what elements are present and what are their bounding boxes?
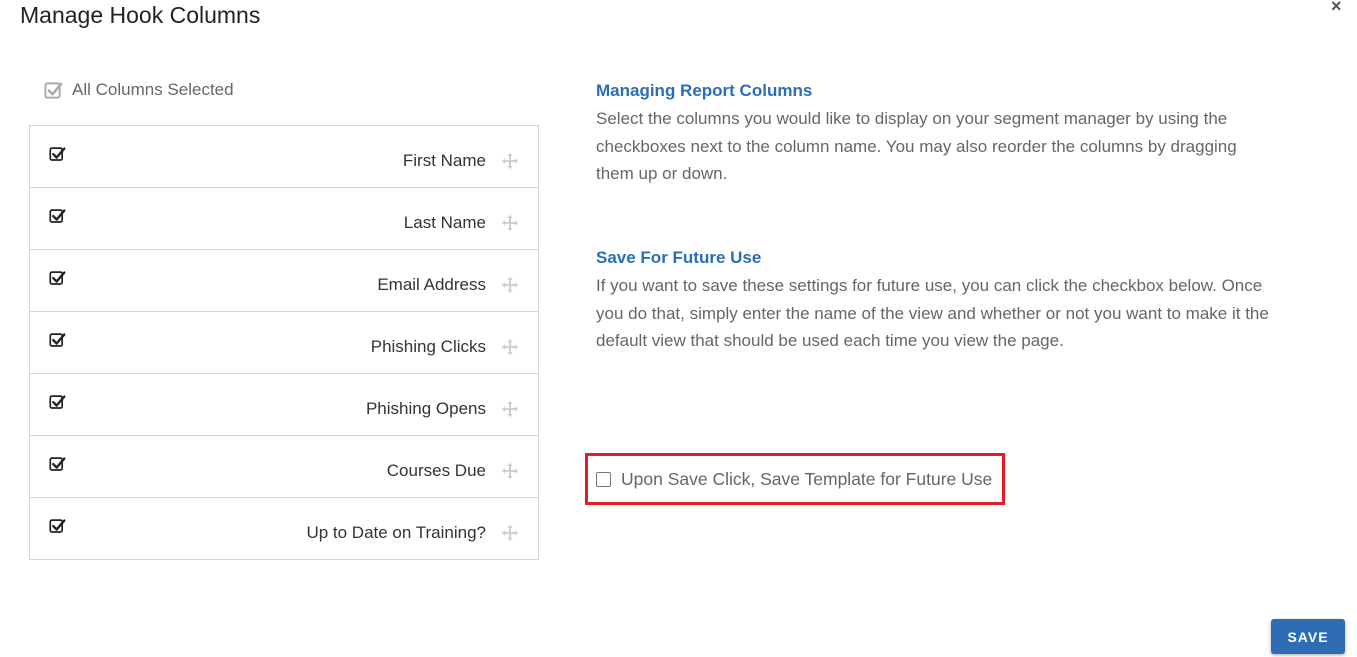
select-all-label: All Columns Selected <box>72 80 234 99</box>
column-name: Courses Due <box>386 461 486 480</box>
managing-columns-text: Select the columns you would like to dis… <box>596 109 1237 183</box>
save-button[interactable]: SAVE <box>1271 619 1345 654</box>
column-name: Up to Date on Training? <box>306 523 486 542</box>
column-row-up-to-date-on-training[interactable]: Up to Date on Training? <box>29 498 539 560</box>
modal-title: Manage Hook Columns <box>20 2 261 28</box>
save-template-option: Upon Save Click, Save Template for Futur… <box>585 453 1005 505</box>
drag-handle-icon[interactable] <box>501 152 519 170</box>
column-row-phishing-clicks[interactable]: Phishing Clicks <box>29 312 539 374</box>
drag-handle-icon[interactable] <box>501 214 519 232</box>
drag-handle-icon[interactable] <box>501 462 519 480</box>
save-template-checkbox[interactable] <box>596 471 611 487</box>
save-future-text: If you want to save these settings for f… <box>596 276 1269 350</box>
column-name: Email Address <box>377 275 486 294</box>
column-row-courses-due[interactable]: Courses Due <box>29 436 539 498</box>
column-list: First Name Last Name Email Address Phish… <box>29 125 539 560</box>
column-row-last-name[interactable]: Last Name <box>29 188 539 250</box>
column-name: First Name <box>402 151 486 170</box>
drag-handle-icon[interactable] <box>501 276 519 294</box>
save-future-section: Save For Future Use If you want to save … <box>596 248 1276 355</box>
select-all-columns-toggle[interactable]: All Columns Selected <box>44 80 234 100</box>
managing-columns-heading: Managing Report Columns <box>596 81 813 100</box>
column-row-first-name[interactable]: First Name <box>29 126 539 188</box>
managing-columns-section: Managing Report Columns Select the colum… <box>596 81 1276 188</box>
checkbox-checked-icon[interactable] <box>49 208 66 225</box>
drag-handle-icon[interactable] <box>501 524 519 542</box>
save-template-label[interactable]: Upon Save Click, Save Template for Futur… <box>621 469 992 490</box>
column-name: Phishing Opens <box>365 399 486 418</box>
drag-handle-icon[interactable] <box>501 338 519 356</box>
column-row-email-address[interactable]: Email Address <box>29 250 539 312</box>
column-name: Phishing Clicks <box>370 337 486 356</box>
checkbox-checked-icon <box>44 81 63 99</box>
column-name: Last Name <box>403 213 486 232</box>
close-icon[interactable]: × <box>1331 0 1342 17</box>
save-future-heading: Save For Future Use <box>596 248 762 267</box>
column-row-phishing-opens[interactable]: Phishing Opens <box>29 374 539 436</box>
checkbox-checked-icon[interactable] <box>49 146 66 163</box>
drag-handle-icon[interactable] <box>501 400 519 418</box>
checkbox-checked-icon[interactable] <box>49 332 66 349</box>
checkbox-checked-icon[interactable] <box>49 394 66 411</box>
checkbox-checked-icon[interactable] <box>49 270 66 287</box>
checkbox-checked-icon[interactable] <box>49 518 66 535</box>
checkbox-checked-icon[interactable] <box>49 456 66 473</box>
